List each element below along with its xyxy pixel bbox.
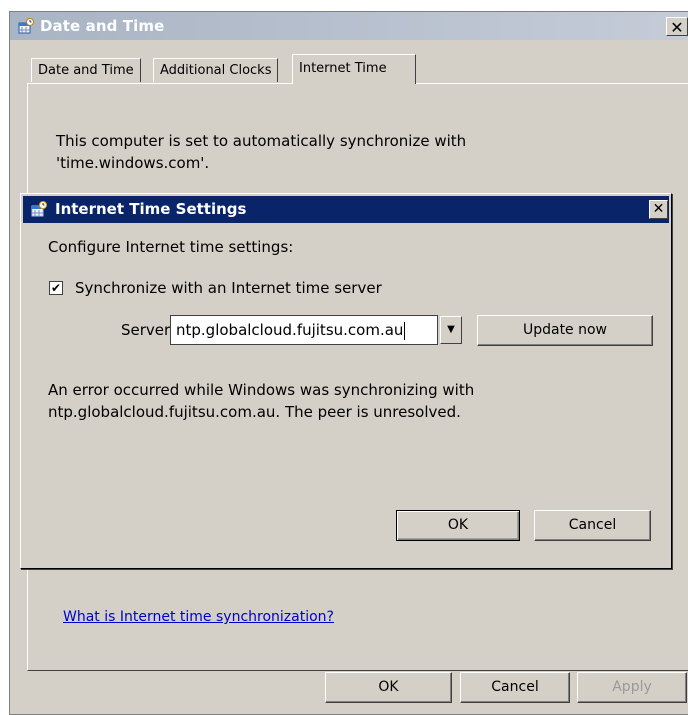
sync-checkbox[interactable]: ✔ xyxy=(49,281,63,295)
sync-checkbox-label[interactable]: Synchronize with an Internet time server xyxy=(75,279,382,297)
server-label: Server: xyxy=(121,321,175,339)
tab-additional-clocks[interactable]: Additional Clocks xyxy=(153,58,279,82)
sync-error-text: An error occurred while Windows was sync… xyxy=(48,381,475,421)
dialog-cancel-button[interactable]: Cancel xyxy=(534,510,651,541)
update-now-button[interactable]: Update now xyxy=(477,315,653,346)
configure-label: Configure Internet time settings: xyxy=(48,238,294,256)
dialog-titlebar[interactable]: Internet Time Settings ✕ xyxy=(23,196,669,223)
close-button[interactable]: ✕ xyxy=(666,17,688,37)
server-input-value: ntp.globalcloud.fujitsu.com.au xyxy=(176,321,404,339)
tab-internet-time[interactable]: Internet Time xyxy=(292,54,416,84)
sync-status-text: This computer is set to automatically sy… xyxy=(56,132,467,172)
date-time-icon xyxy=(31,201,47,217)
cancel-button[interactable]: Cancel xyxy=(460,672,570,703)
window-titlebar[interactable]: Date and Time ✕ xyxy=(10,12,688,40)
apply-button[interactable]: Apply xyxy=(577,672,687,703)
dialog-title: Internet Time Settings xyxy=(55,200,247,218)
text-caret xyxy=(404,321,406,340)
date-time-icon xyxy=(18,18,34,34)
server-input[interactable]: ntp.globalcloud.fujitsu.com.au xyxy=(170,315,438,345)
tab-date-and-time[interactable]: Date and Time xyxy=(31,58,141,82)
help-link[interactable]: What is Internet time synchronization? xyxy=(63,609,334,625)
chevron-down-icon: ▼ xyxy=(447,324,455,335)
server-dropdown-button[interactable]: ▼ xyxy=(440,316,462,344)
ok-button[interactable]: OK xyxy=(325,672,452,703)
close-icon: ✕ xyxy=(652,201,665,217)
window-title: Date and Time xyxy=(40,17,165,35)
close-icon: ✕ xyxy=(670,18,684,37)
checkmark-icon: ✔ xyxy=(50,281,62,295)
dialog-ok-button[interactable]: OK xyxy=(396,510,520,541)
internet-time-settings-dialog: Internet Time Settings ✕ Configure Inter… xyxy=(20,193,672,569)
dialog-close-button[interactable]: ✕ xyxy=(649,200,668,219)
